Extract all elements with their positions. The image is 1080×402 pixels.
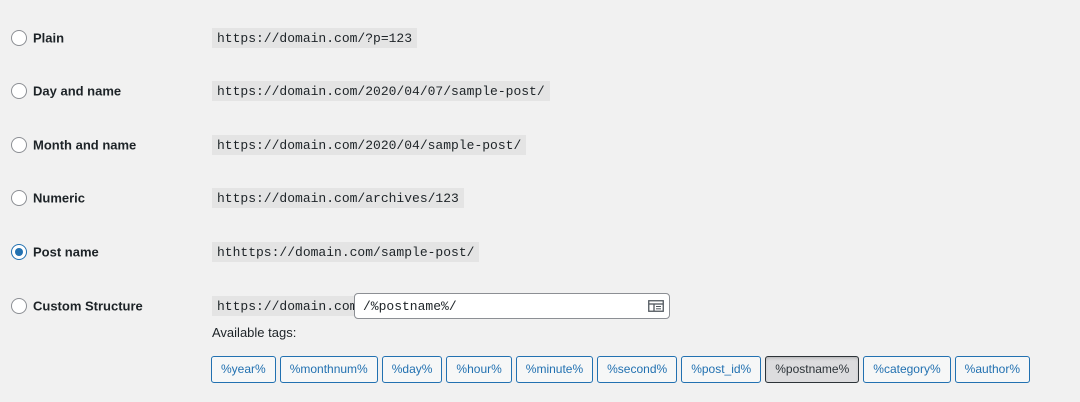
tag-post-id-button[interactable]: %post_id%	[681, 356, 762, 383]
radio-plain[interactable]	[11, 30, 27, 46]
option-post-name-label[interactable]: Post name	[33, 245, 99, 260]
available-tags-list: %year% %monthnum% %day% %hour% %minute% …	[211, 356, 1031, 383]
custom-structure-prefix: https://domain.com	[212, 296, 363, 316]
tag-hour-button[interactable]: %hour%	[446, 356, 512, 383]
option-post-name[interactable]: Post name hthttps://domain.com/sample-po…	[0, 232, 1080, 272]
option-numeric-example: https://domain.com/archives/123	[212, 188, 464, 208]
tag-postname-button[interactable]: %postname%	[765, 356, 860, 383]
option-custom-structure[interactable]: Custom Structure https://domain.com	[0, 286, 1080, 326]
radio-custom-structure[interactable]	[11, 298, 27, 314]
tag-minute-button[interactable]: %minute%	[515, 356, 594, 383]
tag-author-button[interactable]: %author%	[954, 356, 1031, 383]
radio-post-name[interactable]	[11, 244, 27, 260]
tag-year-button[interactable]: %year%	[211, 356, 276, 383]
option-day-and-name[interactable]: Day and name https://domain.com/2020/04/…	[0, 71, 1080, 111]
available-tags-label: Available tags:	[212, 325, 297, 340]
option-plain[interactable]: Plain https://domain.com/?p=123	[0, 18, 1080, 58]
radio-numeric[interactable]	[11, 190, 27, 206]
radio-month-and-name[interactable]	[11, 137, 27, 153]
custom-structure-input[interactable]	[354, 293, 670, 319]
option-day-and-name-example: https://domain.com/2020/04/07/sample-pos…	[212, 81, 550, 101]
option-month-and-name-label[interactable]: Month and name	[33, 138, 136, 153]
tag-second-button[interactable]: %second%	[597, 356, 678, 383]
tag-category-button[interactable]: %category%	[863, 356, 951, 383]
option-numeric-label[interactable]: Numeric	[33, 191, 85, 206]
option-numeric[interactable]: Numeric https://domain.com/archives/123	[0, 178, 1080, 218]
option-post-name-example: hthttps://domain.com/sample-post/	[212, 242, 480, 262]
option-day-and-name-label[interactable]: Day and name	[33, 84, 121, 99]
option-plain-label[interactable]: Plain	[33, 31, 64, 46]
option-plain-example: https://domain.com/?p=123	[212, 28, 418, 48]
tag-day-button[interactable]: %day%	[381, 356, 443, 383]
option-custom-structure-label[interactable]: Custom Structure	[33, 299, 143, 314]
tag-monthnum-button[interactable]: %monthnum%	[279, 356, 378, 383]
table-icon[interactable]	[648, 300, 664, 312]
radio-day-and-name[interactable]	[11, 83, 27, 99]
option-month-and-name[interactable]: Month and name https://domain.com/2020/0…	[0, 125, 1080, 165]
option-month-and-name-example: https://domain.com/2020/04/sample-post/	[212, 135, 527, 155]
